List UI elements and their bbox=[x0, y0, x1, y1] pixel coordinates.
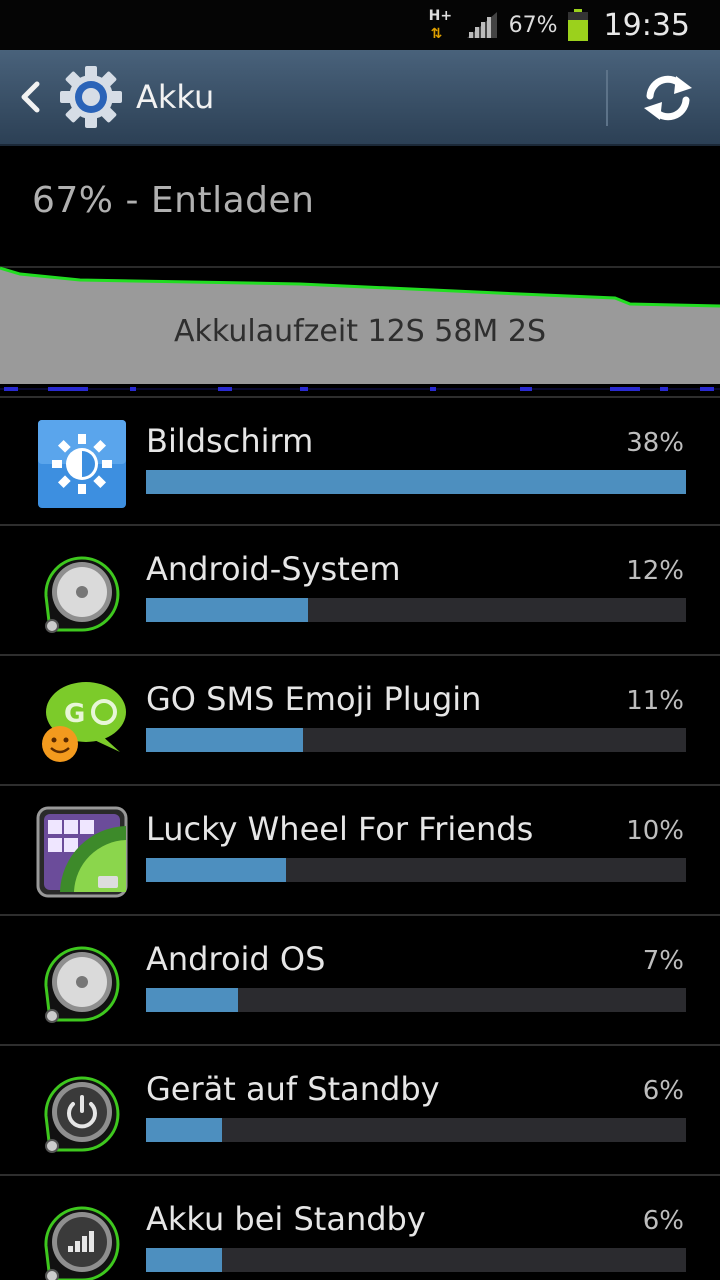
svg-text:G: G bbox=[64, 699, 85, 729]
usage-bar bbox=[146, 598, 686, 622]
usage-bar-fill bbox=[146, 728, 303, 752]
android-os-icon bbox=[44, 946, 120, 1023]
status-bar: H+ ⇅ 67% 19:35 bbox=[0, 0, 720, 50]
usage-bar bbox=[146, 1118, 686, 1142]
item-name: GO SMS Emoji Plugin bbox=[146, 680, 482, 718]
usage-bar bbox=[146, 1248, 686, 1272]
item-percent: 11% bbox=[626, 686, 684, 716]
item-name: Lucky Wheel For Friends bbox=[146, 810, 534, 848]
action-divider bbox=[606, 70, 608, 126]
back-button[interactable] bbox=[6, 49, 54, 145]
battery-state: 67% - Entladen bbox=[32, 180, 315, 221]
item-percent: 10% bbox=[626, 816, 684, 846]
usage-bar bbox=[146, 858, 686, 882]
item-name: Android OS bbox=[146, 940, 326, 978]
usage-bar bbox=[146, 728, 686, 752]
item-percent: 12% bbox=[626, 556, 684, 586]
go-sms-emoji-icon: G bbox=[42, 682, 126, 762]
usage-list: Bildschirm 38% Android-System 12% G GO S… bbox=[0, 396, 720, 1280]
cell-standby-icon bbox=[44, 1206, 120, 1280]
battery-runtime: Akkulaufzeit 12S 58M 2S bbox=[174, 314, 546, 349]
network-type-icon: H+ ⇅ bbox=[427, 8, 455, 42]
usage-bar-fill bbox=[146, 988, 238, 1012]
list-item[interactable]: Gerät auf Standby 6% bbox=[0, 1046, 720, 1176]
usage-bar-fill bbox=[146, 1118, 222, 1142]
usage-bar-fill bbox=[146, 598, 308, 622]
page-title: Akku bbox=[136, 78, 215, 116]
item-name: Gerät auf Standby bbox=[146, 1070, 440, 1108]
refresh-icon[interactable] bbox=[638, 68, 698, 128]
signal-icon bbox=[466, 12, 497, 38]
settings-gear-icon[interactable] bbox=[58, 64, 124, 130]
usage-bar bbox=[146, 470, 686, 494]
item-percent: 6% bbox=[642, 1206, 684, 1236]
list-item[interactable]: Android-System 12% bbox=[0, 526, 720, 656]
usage-bar-fill bbox=[146, 858, 287, 882]
item-name: Akku bei Standby bbox=[146, 1200, 426, 1238]
usage-bar bbox=[146, 988, 686, 1012]
item-name: Bildschirm bbox=[146, 422, 314, 460]
clock: 19:35 bbox=[603, 7, 690, 43]
list-item[interactable]: G GO SMS Emoji Plugin 11% bbox=[0, 656, 720, 786]
list-item[interactable]: Bildschirm 38% bbox=[0, 396, 720, 526]
list-item[interactable]: Lucky Wheel For Friends 10% bbox=[0, 786, 720, 916]
action-bar: Akku bbox=[0, 50, 720, 146]
list-item[interactable]: Android OS 7% bbox=[0, 916, 720, 1046]
list-item[interactable]: Akku bei Standby 6% bbox=[0, 1176, 720, 1280]
battery-icon bbox=[567, 9, 588, 41]
display-brightness-icon bbox=[38, 420, 126, 508]
signal-strip bbox=[0, 387, 720, 391]
standby-power-icon bbox=[44, 1076, 120, 1153]
item-name: Android-System bbox=[146, 550, 401, 588]
item-percent: 38% bbox=[626, 428, 684, 458]
android-system-icon bbox=[44, 556, 120, 633]
usage-bar-fill bbox=[146, 1248, 222, 1272]
battery-percent: 67% bbox=[508, 12, 558, 38]
lucky-wheel-icon bbox=[36, 806, 128, 898]
usage-bar-fill bbox=[146, 470, 686, 494]
item-percent: 6% bbox=[642, 1076, 684, 1106]
item-percent: 7% bbox=[642, 946, 684, 976]
chevron-left-icon bbox=[21, 81, 40, 113]
data-transfer-arrows-icon: ⇅ bbox=[430, 26, 443, 42]
network-type-label: H+ bbox=[428, 8, 453, 24]
